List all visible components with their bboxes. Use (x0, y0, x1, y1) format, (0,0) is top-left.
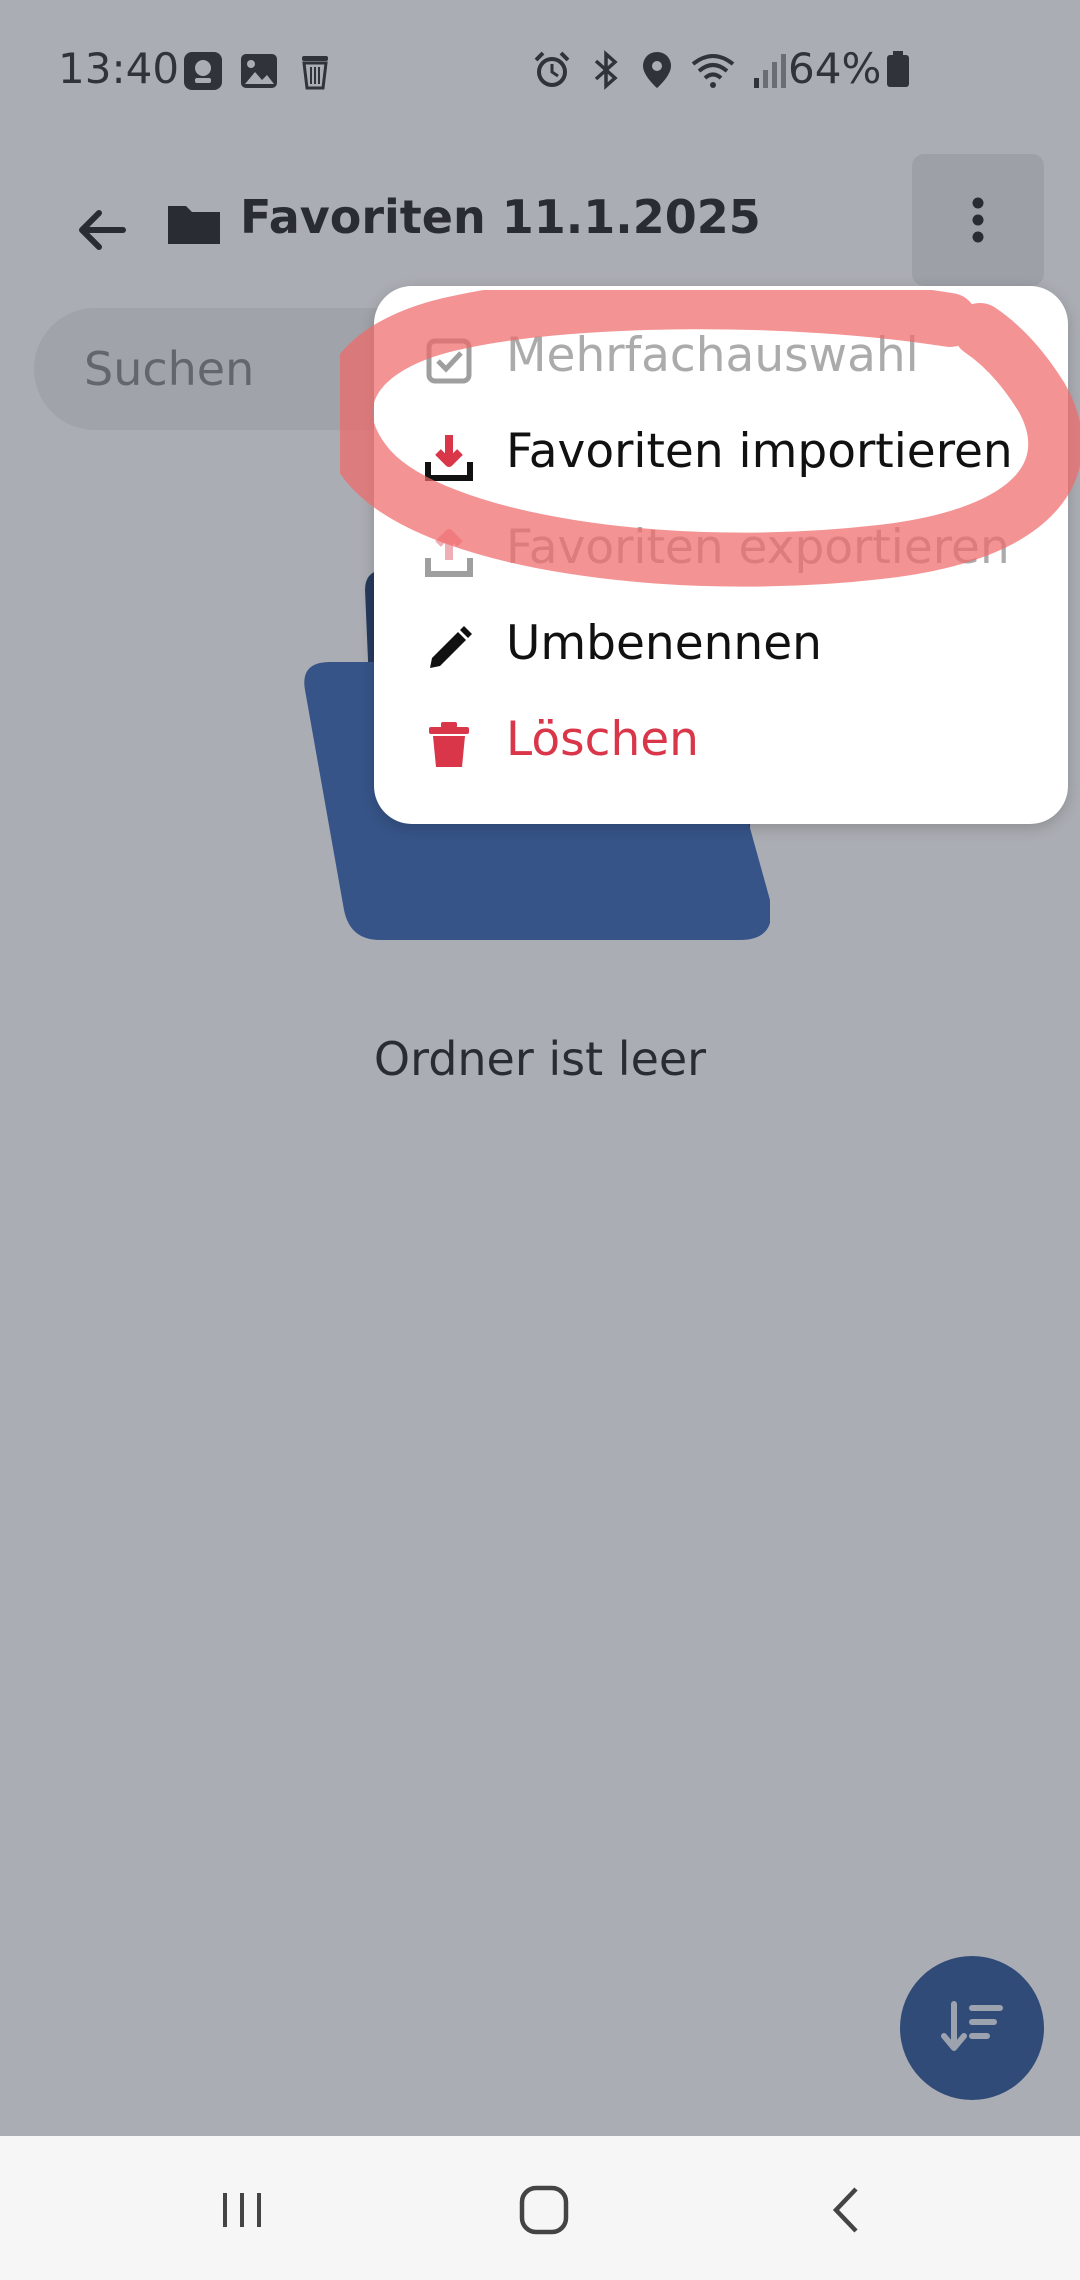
menu-item-label: Löschen (506, 712, 699, 767)
menu-item-label: Mehrfachauswahl (506, 328, 919, 383)
overflow-menu: Mehrfachauswahl Favoriten importieren Fa… (374, 286, 1068, 824)
app-root: 13:40 64% Favoriten 11.1.2025 Suchen Ord… (0, 0, 1080, 2280)
pencil-icon (430, 626, 472, 668)
menu-item-import-favorites[interactable]: Favoriten importieren (374, 408, 1068, 504)
home-icon (519, 2185, 569, 2235)
navigation-bar (0, 2136, 1080, 2280)
menu-item-delete[interactable]: Löschen (374, 696, 1068, 792)
menu-item-label: Favoriten importieren (506, 424, 1013, 479)
home-button[interactable] (504, 2170, 584, 2250)
menu-item-export-favorites: Favoriten exportieren (374, 504, 1068, 600)
chevron-left-icon (832, 2187, 858, 2233)
menu-item-label: Umbenennen (506, 616, 822, 671)
menu-item-rename[interactable]: Umbenennen (374, 600, 1068, 696)
upload-icon (425, 529, 473, 577)
recent-apps-button[interactable] (202, 2170, 282, 2250)
trash-icon (429, 722, 469, 767)
menu-item-multiselect: Mehrfachauswahl (374, 312, 1068, 408)
download-icon (425, 435, 473, 481)
checkbox-icon (426, 338, 472, 384)
nav-back-button[interactable] (806, 2170, 886, 2250)
menu-item-label: Favoriten exportieren (506, 520, 1010, 575)
recent-apps-icon (223, 2193, 261, 2227)
